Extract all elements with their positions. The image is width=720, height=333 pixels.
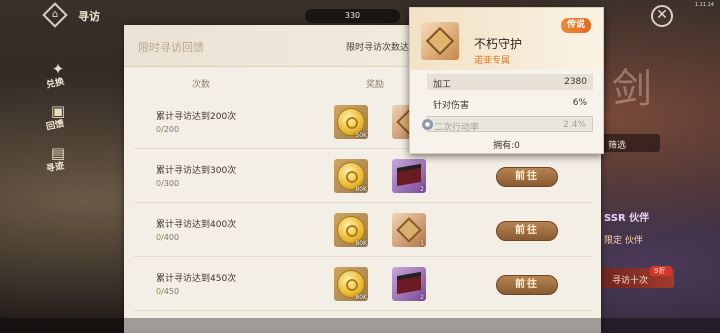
row-goal: 累计寻访达到300次 <box>156 166 237 176</box>
coin-reward[interactable]: 80K <box>334 159 368 193</box>
reward-qty: 80K <box>355 294 367 301</box>
currency-value: 330 <box>344 11 361 20</box>
reward-qty: 2 <box>420 186 424 193</box>
tooltip-stat: 针对伤害 6% <box>427 95 593 111</box>
reward-row: 累计寻访达到450次 0/450 80K 2 前往 <box>134 259 592 311</box>
item-reward[interactable]: 2 <box>392 267 426 301</box>
go-button[interactable]: 前往 <box>496 167 558 187</box>
discount-badge: 9折 <box>650 266 672 276</box>
row-progress-total: /450 <box>161 287 180 296</box>
row-progress-total: /200 <box>161 125 180 134</box>
row-progress-total: /300 <box>161 179 180 188</box>
item-tooltip: 不朽守护 诺亚专属 传说 加工 2380 针对伤害 6% ● 二次行动率 2.4… <box>409 7 604 154</box>
tooltip-stat: 加工 2380 <box>427 74 593 90</box>
book-icon <box>397 163 421 187</box>
row-progress: 0/200 <box>156 125 179 134</box>
stat-key: 二次行动率 <box>434 123 480 133</box>
tooltip-stat-locked: ● 二次行动率 2.4% <box>422 116 593 133</box>
row-goal: 累计寻访达到400次 <box>156 220 237 230</box>
reward-row: 累计寻访达到300次 0/300 80K 2 前往 <box>134 151 592 203</box>
rarity-badge: 传说 <box>561 18 591 33</box>
tooltip-header: 不朽守护 诺亚专属 传说 <box>410 8 603 70</box>
stat-key: 加工 <box>433 80 452 90</box>
reward-qty: 80K <box>355 240 367 247</box>
row-progress: 0/450 <box>156 287 179 296</box>
owned-count: 拥有:0 <box>493 141 520 151</box>
ssr-partner-label: SSR 伙伴 <box>604 213 650 224</box>
column-header-reward: 奖励 <box>366 80 385 90</box>
side-nav: ✦ 兑换 ▣ 回馈 ▤ 寻迹 <box>44 58 74 184</box>
reward-qty: 2 <box>420 294 424 301</box>
side-nav-item-trace[interactable]: ▤ 寻迹 <box>44 142 74 180</box>
panel-progress-label: 限时寻访次数达 <box>346 43 410 53</box>
reward-qty: 50K <box>355 132 367 139</box>
stat-value: 6% <box>572 98 587 108</box>
panel-title: 限时寻访回馈 <box>138 41 204 54</box>
close-icon: ✕ <box>656 7 668 23</box>
page-title: 寻访 <box>78 10 100 23</box>
coin-reward[interactable]: 80K <box>334 267 368 301</box>
home-button[interactable]: ⌂ <box>42 2 68 28</box>
go-button[interactable]: 前往 <box>496 221 558 241</box>
background-calligraphy: 剑 <box>612 66 652 112</box>
tooltip-item-subtitle: 诺亚专属 <box>474 56 511 66</box>
stat-key: 针对伤害 <box>433 101 470 111</box>
item-reward[interactable]: 1 <box>392 213 426 247</box>
limited-partner-label: 限定 伙伴 <box>604 236 643 246</box>
side-nav-item-exchange[interactable]: ✦ 兑换 <box>44 58 74 96</box>
item-reward[interactable]: 2 <box>392 159 426 193</box>
column-header-count: 次数 <box>192 80 211 90</box>
bottom-character-strip <box>0 318 720 333</box>
row-goal: 累计寻访达到450次 <box>156 274 237 284</box>
row-progress: 0/400 <box>156 233 179 242</box>
coin-reward[interactable]: 80K <box>334 213 368 247</box>
currency-counter: 330 <box>305 9 400 23</box>
side-nav-label: 寻迹 <box>45 161 66 175</box>
book-icon <box>397 271 421 295</box>
side-nav-item-reward[interactable]: ▣ 回馈 <box>44 100 74 138</box>
stat-value: 2380 <box>564 77 587 87</box>
relic-icon <box>421 22 459 60</box>
reward-row: 累计寻访达到400次 0/400 80K 1 前往 <box>134 205 592 257</box>
row-goal: 累计寻访达到200次 <box>156 112 237 122</box>
coin-reward[interactable]: 50K <box>334 105 368 139</box>
lock-icon: ● <box>422 119 433 130</box>
side-nav-label: 兑换 <box>45 77 66 91</box>
reward-qty: 1 <box>420 240 424 247</box>
tooltip-item-name: 不朽守护 <box>474 37 523 51</box>
row-progress: 0/300 <box>156 179 179 188</box>
row-progress-total: /400 <box>161 233 180 242</box>
side-nav-label: 回馈 <box>45 119 66 133</box>
ten-draw-label: 寻访十次 <box>612 276 649 286</box>
filter-dropdown[interactable]: 筛选 <box>600 134 660 152</box>
go-button[interactable]: 前往 <box>496 275 558 295</box>
discount-label: 9折 <box>654 267 666 275</box>
stat-value: 2.4% <box>563 120 586 130</box>
close-button[interactable]: ✕ <box>651 5 673 27</box>
home-icon: ⌂ <box>51 9 59 20</box>
relic-icon <box>396 217 422 243</box>
filter-label: 筛选 <box>608 141 627 151</box>
reward-qty: 80K <box>355 186 367 193</box>
